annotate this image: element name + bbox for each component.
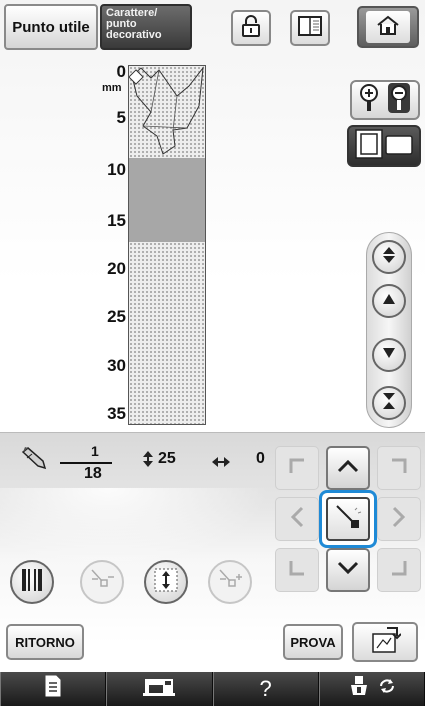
dpad-up-right-button[interactable] — [377, 446, 421, 490]
stitch-repeat-band — [129, 158, 205, 242]
insert-stitch-right-button[interactable] — [208, 560, 252, 604]
corner-up-left-icon — [288, 457, 306, 480]
dpad-down-right-button[interactable] — [377, 548, 421, 592]
help-label: ? — [259, 676, 272, 701]
tab-utility-stitch[interactable]: Punto utile — [4, 4, 98, 50]
scroll-down-button[interactable] — [372, 338, 406, 372]
dpad-down-button[interactable] — [326, 548, 370, 592]
sewing-machine-icon — [139, 675, 179, 703]
corner-up-right-icon — [390, 457, 408, 480]
save-pattern-icon — [369, 626, 402, 659]
ruler-tick-15: 15 — [107, 211, 126, 230]
bottom-toolbar: ? — [0, 672, 425, 706]
settings-page-button[interactable] — [0, 672, 107, 706]
help-button[interactable]: ? — [212, 672, 319, 706]
ruler-tick-20: 20 — [107, 259, 126, 278]
home-icon — [375, 14, 401, 41]
dpad-center-button — [326, 497, 370, 541]
width-value: 0 — [256, 450, 265, 467]
zoom-in-icon — [359, 83, 379, 118]
presser-foot-icon — [347, 675, 371, 703]
sewing-machine-button[interactable] — [106, 672, 213, 706]
dpad-left-button[interactable] — [275, 497, 319, 541]
lock-button[interactable] — [231, 10, 271, 46]
stitch-length-button[interactable] — [144, 560, 188, 604]
arrow-up-icon — [382, 292, 396, 310]
memory-save-button[interactable] — [352, 622, 418, 662]
stitch-length-icon — [152, 566, 180, 599]
double-arrow-down-icon — [382, 392, 396, 415]
frame-mode-button[interactable] — [347, 125, 421, 167]
insert-minus-icon — [88, 567, 116, 598]
frame-mode-icon — [354, 128, 414, 165]
mirror-vertical-button[interactable] — [10, 560, 54, 604]
zoom-button[interactable] — [350, 80, 420, 120]
panel-highlight — [0, 488, 270, 568]
ruler-tick-30: 30 — [107, 356, 126, 375]
ruler-tick-35: 35 — [107, 404, 126, 423]
ruler-unit: mm — [102, 82, 122, 94]
chevron-down-icon — [337, 561, 359, 580]
padlock-icon — [240, 14, 262, 43]
fine-adjust-fraction-bar — [60, 462, 112, 464]
stitch-start-icon — [333, 502, 363, 537]
back-button[interactable]: RITORNO — [6, 624, 84, 660]
arrow-down-icon — [382, 346, 396, 364]
scroll-bottom-button[interactable] — [372, 386, 406, 420]
dpad-right-button[interactable] — [377, 497, 421, 541]
chevron-left-icon — [290, 506, 304, 533]
fine-adjust-numerator: 1 — [91, 443, 99, 459]
insert-stitch-left-button[interactable] — [80, 560, 124, 604]
length-value: 25 — [158, 450, 176, 467]
dpad-up-left-button[interactable] — [275, 446, 319, 490]
home-button-face — [366, 11, 410, 43]
pencil-icon — [20, 446, 50, 477]
dpad-up-button[interactable] — [326, 446, 370, 490]
ruler-tick-25: 25 — [107, 307, 126, 326]
home-button[interactable] — [357, 6, 419, 48]
vertical-arrows-icon — [143, 451, 153, 472]
double-arrow-up-icon — [382, 246, 396, 269]
ruler-tick-0: 0 — [116, 62, 126, 81]
dpad-down-left-button[interactable] — [275, 548, 319, 592]
dpad-center-selected[interactable] — [319, 490, 377, 548]
corner-down-left-icon — [288, 559, 306, 582]
mirror-stitch-icon — [19, 566, 45, 599]
rotate-icon — [377, 676, 397, 702]
scroll-up-button[interactable] — [372, 284, 406, 318]
horizontal-arrows-icon — [212, 454, 230, 472]
ruler-tick-5: 5 — [116, 108, 126, 127]
scroll-top-button[interactable] — [372, 240, 406, 274]
manual-book-icon — [297, 15, 323, 42]
chevron-up-icon — [337, 459, 359, 478]
corner-down-right-icon — [390, 559, 408, 582]
insert-plus-icon — [216, 567, 244, 598]
zoom-out-icon — [387, 82, 411, 119]
bird-stitch-pattern — [129, 66, 204, 155]
document-icon — [44, 675, 62, 703]
fine-adjust-denominator: 18 — [84, 465, 102, 482]
chevron-right-icon — [392, 506, 406, 533]
presser-foot-button[interactable] — [318, 672, 425, 706]
stitch-preview — [128, 65, 206, 425]
test-button[interactable]: PROVA — [283, 624, 343, 660]
direction-pad — [275, 446, 421, 592]
manual-button[interactable] — [290, 10, 330, 46]
tab-decorative-stitch[interactable]: Carattere/ punto decorativo — [100, 4, 192, 50]
ruler-tick-10: 10 — [107, 160, 126, 179]
